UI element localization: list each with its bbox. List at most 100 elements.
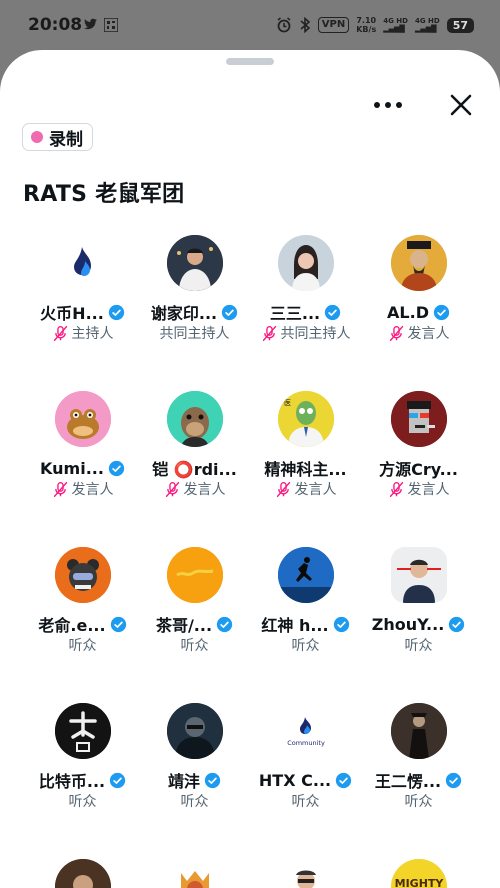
participant-card[interactable]: 三三... 共同主持人 [243, 235, 368, 343]
recording-badge: 录制 [22, 123, 93, 151]
participant-card[interactable]: 靖沣 听众 [132, 703, 257, 811]
status-icons: VPN 7.10 KB/s 4G HD ▂▄▆█ 4G HD ▂▄▆█ 57 [276, 14, 474, 36]
man-photo [166, 235, 223, 291]
participant-role: 听众 [68, 638, 97, 654]
close-icon[interactable] [444, 88, 478, 122]
participant-name: 铠 ⭕rdi... [152, 460, 237, 479]
participant-name: 精神科主... [264, 460, 347, 479]
participant-name: 老俞.e... [38, 616, 106, 635]
participant-role: 听众 [291, 638, 320, 654]
dark-calligraphy [54, 703, 111, 759]
mic-muted-icon [53, 325, 67, 341]
participant-name: 比特币... [38, 772, 106, 791]
participant-card[interactable]: 红神 h... 听众 [243, 547, 368, 655]
mic-muted-icon [276, 481, 290, 497]
bored-ape [166, 391, 223, 447]
status-bar: 20:08 VPN 7.10 KB/s 4G HD ▂▄▆█ 4G HD ▂▄▆█ 5… [0, 0, 500, 52]
participant-name: 谢家印... [150, 304, 218, 323]
more-options-button[interactable] [368, 92, 408, 118]
signal-1: 4G HD ▂▄▆█ [383, 17, 408, 33]
cartoon-frog [54, 391, 111, 447]
recording-label: 录制 [49, 129, 83, 150]
participant-card[interactable] [243, 859, 368, 888]
svg-text:医: 医 [284, 399, 291, 407]
participant-card[interactable]: MIGHTY [356, 859, 481, 888]
pixel-punk [390, 391, 447, 447]
drag-handle[interactable] [226, 58, 274, 65]
participant-card[interactable]: 谢家印... 共同主持人 [132, 235, 257, 343]
laser-eye-man [390, 547, 447, 603]
space-participants-sheet: 录制 RATS 老鼠军团 火币H... 主持人 谢家印... 共同主持人 三三.… [0, 50, 500, 888]
man-glasses-photo [166, 703, 223, 759]
participant-card[interactable]: 医 精神科主... 发言人 [243, 391, 368, 499]
participant-name: ZhouY... [371, 614, 445, 634]
verified-badge-icon [110, 616, 126, 632]
zombie-doctor: 医 [277, 391, 334, 447]
verified-badge-icon [204, 772, 221, 788]
participant-name: AL.D [387, 302, 429, 322]
participant-role: 发言人 [183, 482, 226, 498]
twitter-bird-icon [84, 18, 97, 30]
participant-card[interactable]: 铠 ⭕rdi... 发言人 [132, 391, 257, 499]
alarm-icon [277, 17, 291, 33]
verified-badge-icon [108, 460, 125, 476]
mighty-logo: MIGHTY [390, 859, 447, 888]
participant-card[interactable] [20, 859, 145, 888]
participant-card[interactable]: 茶哥/... 听众 [132, 547, 257, 655]
bear-astronaut [54, 547, 111, 603]
woman-photo [277, 235, 334, 291]
orange-logo [166, 547, 223, 603]
verified-badge-icon [324, 304, 341, 320]
participant-card[interactable]: 老俞.e... 听众 [20, 547, 145, 655]
participant-role: 听众 [180, 794, 209, 810]
participant-role: 听众 [404, 794, 433, 810]
partial-avatar [166, 859, 223, 888]
participant-card[interactable]: 火币H... 主持人 [20, 235, 145, 343]
participant-name: Kumi... [40, 458, 104, 478]
verified-badge-icon [433, 304, 450, 320]
participant-role: 发言人 [294, 482, 337, 498]
participant-role: 共同主持人 [159, 326, 230, 342]
verified-badge-icon [335, 772, 352, 788]
verified-badge-icon [445, 772, 462, 788]
recording-dot-icon [31, 131, 43, 143]
participant-name: 红神 h... [261, 616, 329, 635]
participant-role: 听众 [291, 794, 320, 810]
participant-role: 听众 [404, 638, 433, 654]
notification-pattern-icon [104, 18, 118, 32]
participant-role: 听众 [68, 794, 97, 810]
participant-card[interactable]: Kumi... 发言人 [20, 391, 145, 499]
network-speed: 7.10 KB/s [356, 16, 377, 34]
participant-role: 发言人 [407, 482, 450, 498]
participant-name: 火币H... [40, 304, 104, 323]
participant-card[interactable]: AL.D 发言人 [356, 235, 481, 343]
space-title: RATS 老鼠军团 [23, 182, 185, 207]
mic-muted-icon [165, 481, 179, 497]
participant-name: HTX C... [258, 770, 332, 790]
verified-badge-icon [333, 616, 349, 632]
participant-card[interactable]: Community HTX C... 听众 [243, 703, 368, 811]
participant-card[interactable]: 比特币... 听众 [20, 703, 145, 811]
mighty-logo-text: MIGHTY [394, 877, 444, 888]
bluetooth-icon [300, 17, 311, 33]
partial-avatar [54, 859, 111, 888]
mic-muted-icon [389, 481, 403, 497]
vpn-badge: VPN [317, 17, 350, 33]
verified-badge-icon [216, 616, 233, 632]
verified-badge-icon [449, 616, 465, 632]
participant-role: 发言人 [407, 326, 450, 342]
participant-card[interactable]: ZhouY... 听众 [356, 547, 481, 655]
participant-name: 方源Cry... [379, 460, 458, 479]
partial-avatar [277, 859, 334, 888]
participant-card[interactable] [132, 859, 257, 888]
participant-role: 发言人 [71, 482, 114, 498]
mic-muted-icon [53, 481, 67, 497]
participant-name: 茶哥/... [155, 616, 213, 635]
emperor-painting [390, 235, 447, 291]
participant-role: 主持人 [71, 326, 114, 342]
participant-card[interactable]: 王二愣... 听众 [356, 703, 481, 811]
verified-badge-icon [108, 304, 124, 320]
participant-card[interactable]: 方源Cry... 发言人 [356, 391, 481, 499]
participant-role: 共同主持人 [280, 326, 351, 342]
participant-name: 靖沣 [167, 772, 200, 791]
